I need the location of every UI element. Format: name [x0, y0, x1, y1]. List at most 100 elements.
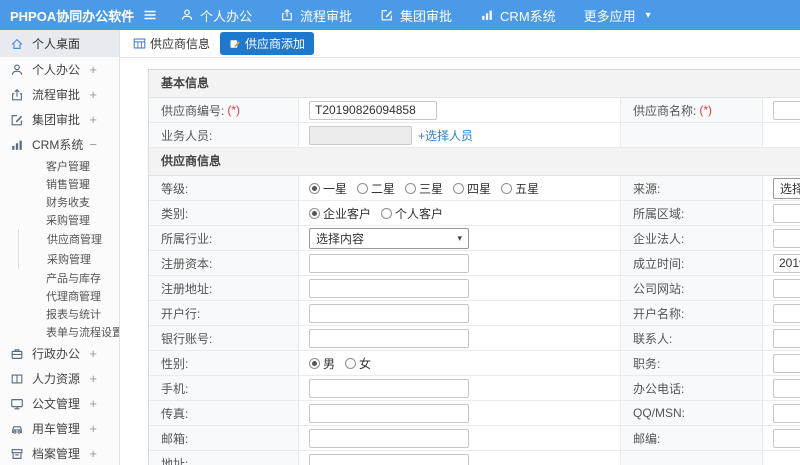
sidebar-item-process-approval[interactable]: 流程审批 + [0, 82, 119, 107]
expander-icon[interactable]: + [89, 63, 97, 76]
bank-account-input[interactable] [309, 328, 469, 348]
address-field [299, 451, 621, 465]
registered-capital-input[interactable] [309, 253, 469, 273]
level-radio-2[interactable] [405, 182, 417, 194]
position-input[interactable] [773, 353, 800, 373]
expander-icon[interactable]: + [89, 347, 97, 360]
form-row: 传真: QQ/MSN: [149, 401, 800, 426]
zip-code-input[interactable] [773, 428, 800, 448]
topnav-personal-office[interactable]: 个人办公 [180, 6, 252, 25]
category-radio-0[interactable] [309, 207, 320, 219]
industry-select[interactable]: 选择内容 ▾ [309, 227, 469, 249]
topnav-process-approval[interactable]: 流程审批 [280, 6, 352, 25]
expander-icon[interactable]: + [89, 372, 97, 385]
email-input[interactable] [309, 428, 469, 448]
qq-msn-input[interactable] [773, 403, 800, 423]
expander-icon[interactable]: + [79, 178, 87, 191]
chart-icon [10, 138, 24, 152]
account-name-input[interactable] [773, 303, 800, 323]
sidebar-item-reports-stats[interactable]: 报表与统计 [0, 305, 119, 323]
established-date-input[interactable] [773, 253, 800, 273]
registered-address-input[interactable] [309, 278, 469, 298]
level-radio-0[interactable] [309, 182, 320, 194]
sidebar-item-personal-desktop[interactable]: 个人桌面 [0, 30, 119, 57]
sidebar-submenu-purchase-mgmt: 供应商管理 采购管理 [18, 229, 119, 269]
gender-radio-group: 男女 [309, 355, 381, 372]
supplier-name-input[interactable] [773, 100, 800, 120]
sidebar-item-finance-income-expense[interactable]: 财务收支 + [0, 193, 119, 211]
topnav-crm-system[interactable]: CRM系统 [480, 6, 556, 25]
bank-branch-input[interactable] [309, 303, 469, 323]
expander-icon[interactable]: + [89, 422, 97, 435]
gender-label: 性别: [149, 351, 299, 375]
level-radio-4[interactable] [501, 182, 513, 194]
expander-icon[interactable]: + [89, 113, 97, 126]
main-area: 供应商信息 供应商添加 基本信息供应商编号:(*)供应商名称:(*)业务人员:+… [120, 30, 800, 465]
region-input[interactable] [773, 203, 800, 223]
gender-radio-0[interactable] [309, 357, 320, 369]
sidebar-item-admin-office[interactable]: 行政办公 + [0, 341, 119, 366]
email-field [299, 426, 621, 450]
expander-icon[interactable]: + [89, 447, 97, 460]
fax-input[interactable] [309, 403, 469, 423]
sidebar-item-archive-mgmt[interactable]: 档案管理 + [0, 441, 119, 465]
sidebar-item-supplier-mgmt[interactable]: 供应商管理 [19, 229, 119, 249]
book-icon [10, 372, 24, 386]
sidebar-item-label: 表单与流程设置 [46, 327, 120, 339]
expander-icon[interactable]: + [79, 196, 87, 209]
sidebar-item-agent-mgmt[interactable]: 代理商管理 + [0, 287, 119, 305]
section-title: 供应商信息 [149, 148, 800, 176]
business-person-input[interactable] [309, 125, 412, 145]
app-window: PHPOA协同办公软件 个人办公 流程审批 集团审批 CRM系统 更多应用 ▾ 个人桌面个… [0, 0, 800, 465]
sidebar-item-form-workflow-settings[interactable]: 表单与流程设置+ [0, 323, 119, 341]
sidebar-item-human-resources[interactable]: 人力资源 + [0, 366, 119, 391]
expander-icon[interactable]: + [79, 160, 87, 173]
industry-select-value: 选择内容 [316, 231, 365, 246]
sidebar-item-personal-office[interactable]: 个人办公 + [0, 57, 119, 82]
sidebar-item-purchase-mgmt[interactable]: 采购管理 − [0, 211, 119, 229]
expander-icon[interactable]: + [89, 397, 97, 410]
gender-radio-1[interactable] [345, 357, 357, 369]
menu-icon[interactable] [142, 7, 158, 23]
category-label: 类别: [149, 201, 299, 225]
sidebar-item-document-mgmt[interactable]: 公文管理 + [0, 391, 119, 416]
legal-person-input[interactable] [773, 228, 800, 248]
company-website-field [763, 276, 800, 300]
expander-icon[interactable]: + [79, 290, 87, 303]
expander-icon[interactable]: + [89, 88, 97, 101]
sidebar-item-crm-system[interactable]: CRM系统 − [0, 132, 119, 157]
section-title: 基本信息 [149, 70, 800, 98]
sidebar-item-product-inventory[interactable]: 产品与库存 + [0, 269, 119, 287]
home-icon [10, 37, 24, 51]
sidebar-item-vehicle-mgmt[interactable]: 用车管理 + [0, 416, 119, 441]
company-website-input[interactable] [773, 278, 800, 298]
tab-supplier-info[interactable]: 供应商信息 [133, 35, 210, 52]
table-icon [133, 37, 146, 50]
sidebar-item-group-approval[interactable]: 集团审批 + [0, 107, 119, 132]
supplier-code-input[interactable] [309, 100, 437, 120]
sidebar-item-label: 个人办公 [32, 63, 81, 77]
mobile-input[interactable] [309, 378, 469, 398]
level-radio-3[interactable] [453, 182, 465, 194]
expander-icon[interactable]: + [79, 272, 87, 285]
expander-icon[interactable]: − [79, 214, 87, 227]
sidebar-item-sales-mgmt[interactable]: 销售管理 + [0, 175, 119, 193]
tab-supplier-add[interactable]: 供应商添加 [220, 32, 315, 55]
topnav-more-apps[interactable]: 更多应用 ▾ [584, 6, 651, 25]
zip-code-field [763, 426, 800, 450]
topnav-group-approval[interactable]: 集团审批 [380, 6, 452, 25]
level-radio-1[interactable] [357, 182, 369, 194]
expander-icon[interactable]: − [89, 138, 97, 151]
contact-person-input[interactable] [773, 328, 800, 348]
bank-branch-field [299, 301, 621, 325]
sidebar-item-purchasing-mgmt[interactable]: 采购管理 [19, 249, 119, 269]
source-select[interactable]: 选择内容▾ [773, 177, 800, 199]
office-phone-input[interactable] [773, 378, 800, 398]
category-radio-group: 企业客户 个人客户 [309, 205, 453, 222]
sidebar-item-label: 采购管理 [47, 254, 91, 266]
select-person-link[interactable]: +选择人员 [418, 127, 473, 144]
address-input[interactable] [309, 453, 469, 465]
sidebar-item-customer-mgmt[interactable]: 客户管理 + [0, 157, 119, 175]
category-radio-1[interactable] [381, 207, 393, 219]
field-label-text: 传真: [161, 406, 189, 421]
